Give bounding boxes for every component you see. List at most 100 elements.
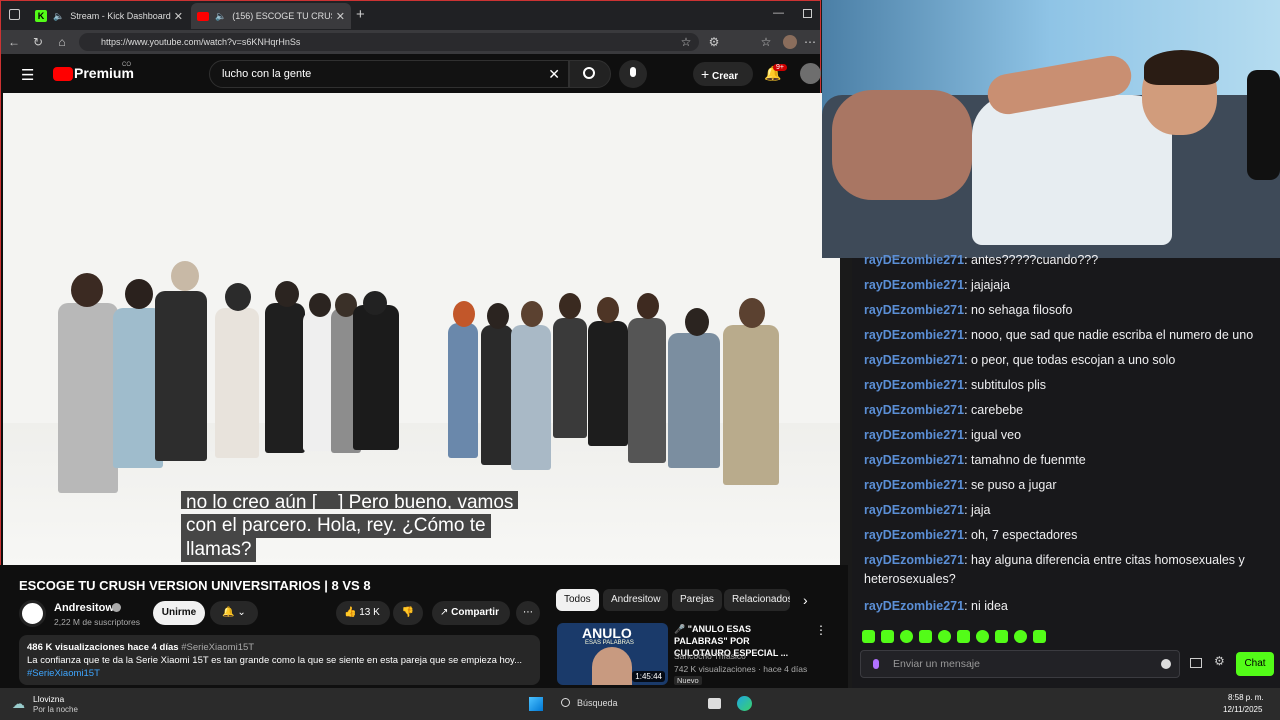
- search-button[interactable]: [569, 60, 611, 88]
- clock-date: 12/11/2025: [1223, 705, 1263, 714]
- chat-username[interactable]: rayDEzombie271: [864, 478, 964, 492]
- emoji-icon[interactable]: [1161, 659, 1171, 669]
- recommended-thumbnail[interactable]: ANULO ESAS PALABRAS 1:45:44: [557, 623, 668, 685]
- chat-username[interactable]: rayDEzombie271: [864, 528, 964, 542]
- more-vert-icon[interactable]: ⋮: [815, 623, 827, 637]
- more-icon[interactable]: ⋯: [803, 35, 817, 49]
- speaker-icon: 🔈: [53, 10, 65, 21]
- chat-message: rayDEzombie271: jaja: [864, 501, 1264, 520]
- chevron-right-icon[interactable]: ›: [803, 592, 808, 608]
- chat-input[interactable]: Enviar un mensaje: [860, 650, 1180, 678]
- like-button[interactable]: 👍 13 K: [336, 601, 390, 625]
- gear-icon[interactable]: ⚙: [1214, 654, 1225, 668]
- share-button[interactable]: ↗ Compartir: [432, 601, 510, 625]
- chat-username[interactable]: rayDEzombie271: [864, 353, 964, 367]
- search-input[interactable]: lucho con la gente ✕: [209, 60, 569, 88]
- join-button[interactable]: Unirme: [153, 601, 205, 625]
- chat-username[interactable]: rayDEzombie271: [864, 328, 964, 342]
- emote-icon[interactable]: [957, 630, 970, 643]
- emote-icon[interactable]: [1014, 630, 1027, 643]
- emote-icon[interactable]: [938, 630, 951, 643]
- youtube-logo-icon[interactable]: [53, 67, 73, 81]
- favorites-icon[interactable]: ☆: [759, 35, 773, 49]
- description-box[interactable]: 486 K visualizaciones hace 4 días #Serie…: [19, 635, 540, 685]
- chat-send-button[interactable]: Chat: [1236, 652, 1274, 676]
- weather-icon[interactable]: ☁: [12, 696, 25, 712]
- chip-parejas[interactable]: Parejas: [672, 589, 722, 611]
- tab-actions-icon[interactable]: [9, 9, 20, 20]
- more-icon: ⋯: [523, 607, 533, 618]
- tab-kick-dashboard[interactable]: K 🔈 Stream - Kick Dashboard ✕: [29, 3, 189, 29]
- menu-icon[interactable]: ☰: [21, 66, 34, 84]
- refresh-icon[interactable]: ↻: [31, 35, 45, 49]
- create-button[interactable]: + Crear: [693, 62, 753, 86]
- chat-username[interactable]: rayDEzombie271: [864, 378, 964, 392]
- chat-username[interactable]: rayDEzombie271: [864, 453, 964, 467]
- mic-button[interactable]: [619, 60, 647, 88]
- taskbar-search-label[interactable]: Búsqueda: [577, 698, 618, 708]
- desc-tag[interactable]: #SerieXiaomi15T: [181, 642, 254, 653]
- recommended-channel[interactable]: Sancocho Trifásico: [674, 651, 746, 661]
- close-icon[interactable]: ✕: [174, 10, 183, 23]
- emote-icon[interactable]: [919, 630, 932, 643]
- clear-icon[interactable]: ✕: [548, 61, 560, 87]
- video-title: ESCOGE TU CRUSH VERSION UNIVERSITARIOS |…: [19, 578, 371, 593]
- person-figure: [628, 318, 666, 463]
- emote-icon[interactable]: [900, 630, 913, 643]
- chat-username[interactable]: rayDEzombie271: [864, 253, 964, 267]
- minimize-button[interactable]: —: [773, 7, 784, 19]
- new-tab-button[interactable]: +: [356, 6, 365, 23]
- like-count: 13 K: [359, 607, 380, 618]
- chat-message: rayDEzombie271: ni idea: [864, 597, 1264, 616]
- streamer-hair: [1144, 50, 1219, 85]
- search-value: lucho con la gente: [222, 68, 312, 80]
- url-field[interactable]: https://www.youtube.com/watch?v=s6KNHqrH…: [79, 33, 699, 51]
- video-player[interactable]: no lo creo aún [__] Pero bueno, vamos co…: [3, 93, 840, 565]
- close-icon[interactable]: ✕: [336, 10, 345, 23]
- logo-region: CO: [122, 62, 131, 68]
- mic-icon[interactable]: [873, 659, 879, 669]
- channel-name[interactable]: Andresitow: [54, 602, 114, 614]
- person-figure: [511, 325, 551, 470]
- subscribe-bell-button[interactable]: 🔔 ⌄: [210, 601, 258, 625]
- chip-andresitow[interactable]: Andresitow: [603, 589, 669, 611]
- home-icon[interactable]: ⌂: [55, 35, 69, 49]
- chat-username[interactable]: rayDEzombie271: [864, 303, 964, 317]
- chat-text: : ni idea: [964, 599, 1008, 613]
- chat-username[interactable]: rayDEzombie271: [864, 278, 964, 292]
- tab-youtube[interactable]: 🔈 (156) ESCOGE TU CRUSH VE ✕: [191, 3, 351, 29]
- emote-icon[interactable]: [862, 630, 875, 643]
- edge-icon[interactable]: [737, 696, 752, 711]
- dislike-button[interactable]: 👎: [393, 601, 423, 625]
- maximize-button[interactable]: [803, 9, 812, 18]
- star-icon[interactable]: ☆: [679, 35, 693, 49]
- person-figure: [353, 305, 399, 450]
- person-figure: [588, 321, 628, 446]
- chat-username[interactable]: rayDEzombie271: [864, 503, 964, 517]
- profile-avatar[interactable]: [783, 35, 797, 49]
- store-icon[interactable]: [1190, 658, 1202, 668]
- chat-username[interactable]: rayDEzombie271: [864, 428, 964, 442]
- video-info-area: ESCOGE TU CRUSH VERSION UNIVERSITARIOS |…: [0, 565, 848, 688]
- emote-icon[interactable]: [995, 630, 1008, 643]
- emote-icon[interactable]: [1033, 630, 1046, 643]
- chat-username[interactable]: rayDEzombie271: [864, 553, 964, 567]
- task-view-icon[interactable]: [708, 698, 721, 709]
- emote-icon[interactable]: [976, 630, 989, 643]
- more-actions-button[interactable]: ⋯: [516, 601, 540, 625]
- account-avatar[interactable]: [800, 63, 821, 84]
- back-icon[interactable]: ←: [7, 35, 21, 49]
- chat-username[interactable]: rayDEzombie271: [864, 599, 964, 613]
- chip-relacionados[interactable]: Relacionados: [724, 589, 790, 611]
- channel-avatar[interactable]: [19, 600, 46, 627]
- start-icon[interactable]: [529, 697, 543, 711]
- search-icon[interactable]: [561, 698, 570, 707]
- chip-todos[interactable]: Todos: [556, 589, 599, 611]
- extensions-icon[interactable]: ⚙: [707, 35, 721, 49]
- person-figure: [215, 308, 259, 458]
- duration-badge: 1:45:44: [632, 671, 665, 682]
- chat-username[interactable]: rayDEzombie271: [864, 403, 964, 417]
- emote-icon[interactable]: [881, 630, 894, 643]
- desc-tag-2[interactable]: #SerieXiaomi15T: [27, 667, 532, 680]
- webcam-feed: [822, 0, 1280, 258]
